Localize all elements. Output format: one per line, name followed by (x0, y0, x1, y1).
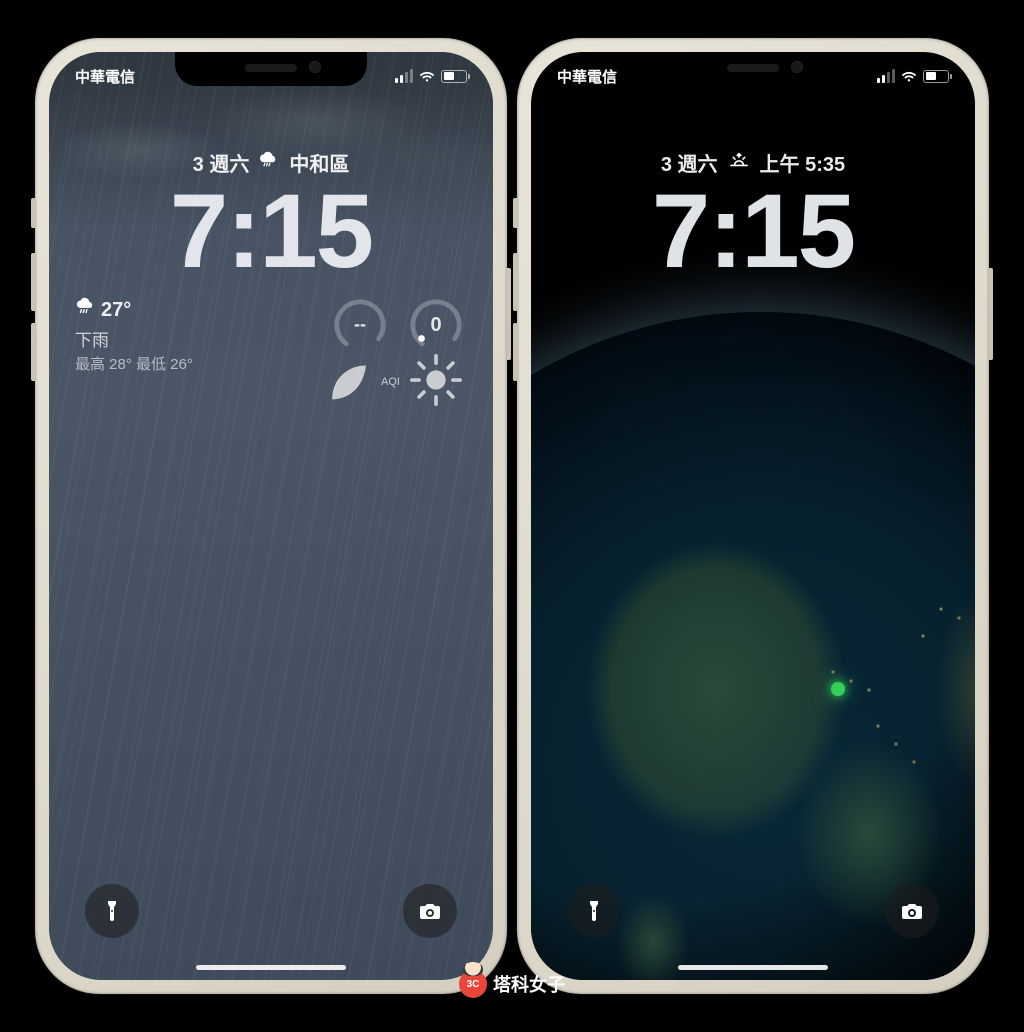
temperature-label: 27° (101, 299, 131, 322)
watermark: 3C 塔科女子 (459, 970, 565, 998)
home-indicator[interactable] (196, 965, 346, 970)
clock-time: 7:15 (49, 179, 493, 284)
weather-widget[interactable]: 27° 下雨 最高 28° 最低 26° (75, 296, 193, 374)
cellular-signal-icon (877, 69, 895, 83)
flashlight-button[interactable] (567, 884, 621, 938)
lock-screen-rainy[interactable]: 中華電信 3 週六 中和區 (49, 52, 493, 980)
cellular-signal-icon (395, 69, 413, 83)
notch (657, 52, 849, 86)
phone-frame-left: 中華電信 3 週六 中和區 (35, 38, 507, 994)
phone-frame-right: 中華電信 3 週六 上午 5:35 (517, 38, 989, 994)
aqi-label: AQI (381, 376, 400, 388)
home-indicator[interactable] (678, 965, 828, 970)
uv-value: 0 (405, 314, 467, 337)
battery-icon (923, 70, 949, 83)
flashlight-button[interactable] (85, 884, 139, 938)
location-dot-icon (831, 682, 845, 696)
battery-icon (441, 70, 467, 83)
leaf-icon (320, 351, 378, 412)
wallpaper-earth-globe (531, 312, 975, 980)
carrier-label: 中華電信 (75, 66, 135, 87)
aqi-gauge-widget[interactable]: -- AQI (329, 296, 391, 412)
notch (175, 52, 367, 86)
widgets-row[interactable]: 27° 下雨 最高 28° 最低 26° -- (75, 296, 467, 412)
camera-button[interactable] (885, 884, 939, 938)
aqi-value: -- (329, 314, 391, 335)
carrier-label: 中華電信 (557, 66, 617, 87)
condition-label: 下雨 (75, 326, 193, 351)
camera-button[interactable] (403, 884, 457, 938)
watermark-badge-icon: 3C (459, 970, 487, 998)
wifi-icon (419, 70, 435, 82)
lock-screen-earth[interactable]: 中華電信 3 週六 上午 5:35 (531, 52, 975, 980)
wifi-icon (901, 70, 917, 82)
hilow-label: 最高 28° 最低 26° (75, 353, 193, 374)
clock-time: 7:15 (531, 179, 975, 284)
sunrise-icon (728, 151, 750, 174)
rain-cloud-icon (75, 296, 97, 324)
watermark-text: 塔科女子 (493, 971, 565, 997)
sun-icon (407, 351, 465, 412)
rain-cloud-icon (259, 150, 279, 175)
uv-gauge-widget[interactable]: 0 (405, 296, 467, 412)
